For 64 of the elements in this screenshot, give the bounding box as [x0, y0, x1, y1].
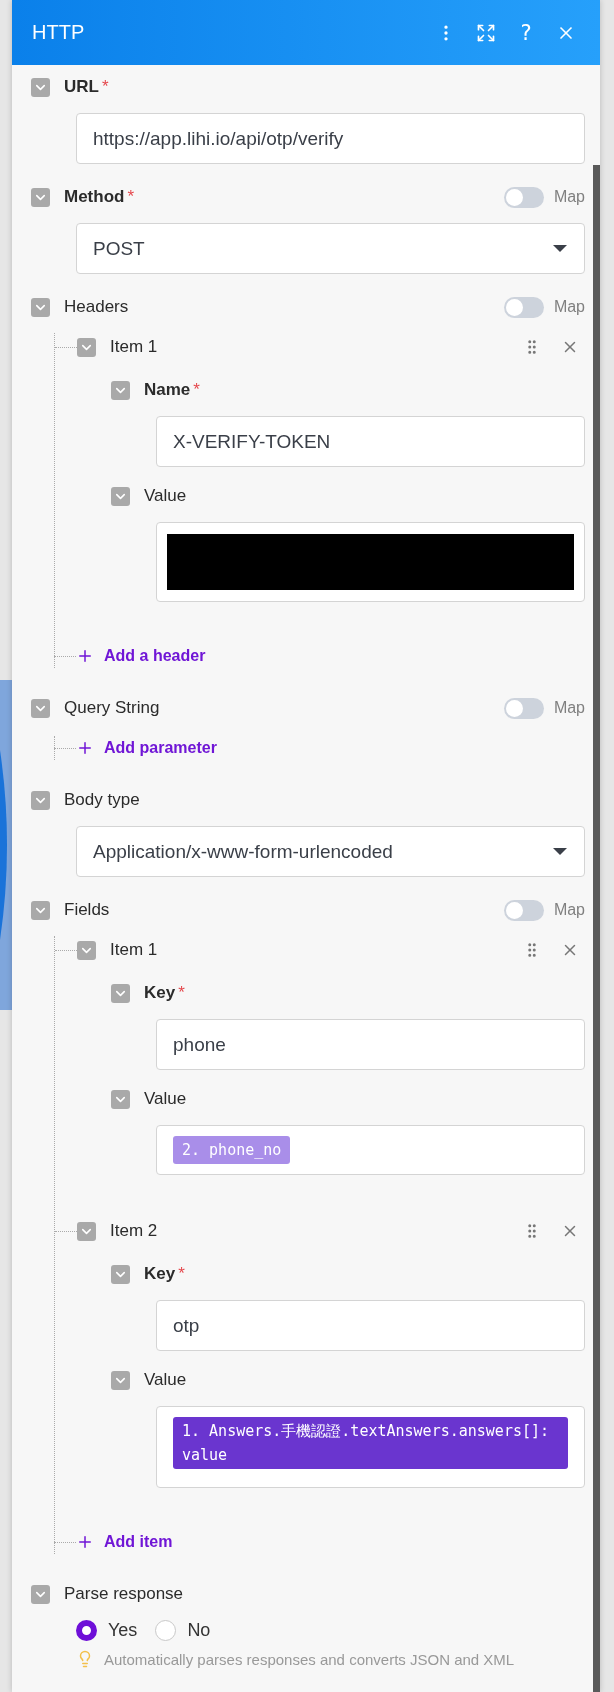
- field-label: Method *: [64, 187, 135, 207]
- collapse-button[interactable]: [31, 790, 50, 810]
- map-label: Map: [553, 298, 585, 316]
- select-field[interactable]: Application/x-www-form-urlencoded: [76, 826, 585, 877]
- collapse-button[interactable]: [31, 297, 50, 317]
- scrollbar[interactable]: [593, 165, 600, 1692]
- text-field[interactable]: X-VERIFY-TOKEN: [156, 416, 585, 467]
- field-label: Key *: [144, 983, 185, 1003]
- collapse-button[interactable]: [111, 983, 130, 1003]
- mapped-token: 2. phone_no: [173, 1136, 291, 1164]
- collapse-button[interactable]: [31, 1584, 50, 1604]
- map-label: Map: [553, 901, 585, 919]
- window-title: HTTP: [32, 21, 86, 44]
- field-label: Key *: [144, 1264, 185, 1284]
- text-field[interactable]: phone: [156, 1019, 585, 1070]
- map-toggle[interactable]: [503, 899, 544, 921]
- caret-icon: [552, 244, 568, 253]
- collapse-button[interactable]: [77, 337, 96, 357]
- collapse-button[interactable]: [111, 1264, 130, 1284]
- value-field[interactable]: [156, 522, 585, 602]
- field-label: Value: [144, 1089, 187, 1109]
- plus-icon: [76, 739, 94, 757]
- radio-option[interactable]: No: [155, 1620, 211, 1641]
- collapse-button[interactable]: [111, 1370, 130, 1390]
- hint-text: Automatically parses responses and converts JSON and XML: [104, 1650, 515, 1668]
- item-label: Item 1: [110, 337, 158, 357]
- field-label: Parse response: [64, 1584, 184, 1604]
- field-label: Value: [144, 486, 187, 506]
- mapped-token: 1. Answers.手機認證.textAnswers.answers[]: value: [173, 1417, 568, 1469]
- radio-option[interactable]: Yes: [76, 1620, 138, 1641]
- collapse-button[interactable]: [111, 380, 130, 400]
- field-label: Query String: [64, 698, 160, 718]
- text-field[interactable]: otp: [156, 1300, 585, 1351]
- add-link[interactable]: Add a header: [76, 647, 206, 665]
- item-label: Item 1: [110, 940, 158, 960]
- add-link[interactable]: Add item: [76, 1533, 173, 1551]
- collapse-button[interactable]: [31, 77, 50, 97]
- collapse-button[interactable]: [31, 900, 50, 920]
- map-toggle[interactable]: [503, 186, 544, 208]
- collapse-button[interactable]: [111, 1089, 130, 1109]
- collapse-button[interactable]: [31, 698, 50, 718]
- map-toggle[interactable]: [503, 697, 544, 719]
- field-label: Body type: [64, 790, 140, 810]
- collapse-button[interactable]: [77, 940, 96, 960]
- collapse-button[interactable]: [111, 486, 130, 506]
- field-label: Fields: [64, 900, 110, 920]
- map-label: Map: [553, 188, 585, 206]
- expand-icon[interactable]: [476, 22, 496, 43]
- field-label: Name *: [144, 380, 200, 400]
- collapse-button[interactable]: [77, 1221, 96, 1241]
- collapse-button[interactable]: [31, 187, 50, 207]
- map-label: Map: [553, 699, 585, 717]
- value-field[interactable]: 1. Answers.手機認證.textAnswers.answers[]: value: [156, 1406, 585, 1488]
- select-field[interactable]: POST: [76, 223, 585, 274]
- text-field[interactable]: https://app.lihi.io/api/otp/verify: [76, 113, 585, 164]
- map-toggle[interactable]: [503, 296, 544, 318]
- field-label: Headers: [64, 297, 129, 317]
- plus-icon: [76, 647, 94, 665]
- field-label: URL *: [64, 77, 109, 97]
- plus-icon: [76, 1533, 94, 1551]
- field-label: Value: [144, 1370, 187, 1390]
- add-link[interactable]: Add parameter: [76, 739, 217, 757]
- item-label: Item 2: [110, 1221, 158, 1241]
- caret-icon: [552, 847, 568, 856]
